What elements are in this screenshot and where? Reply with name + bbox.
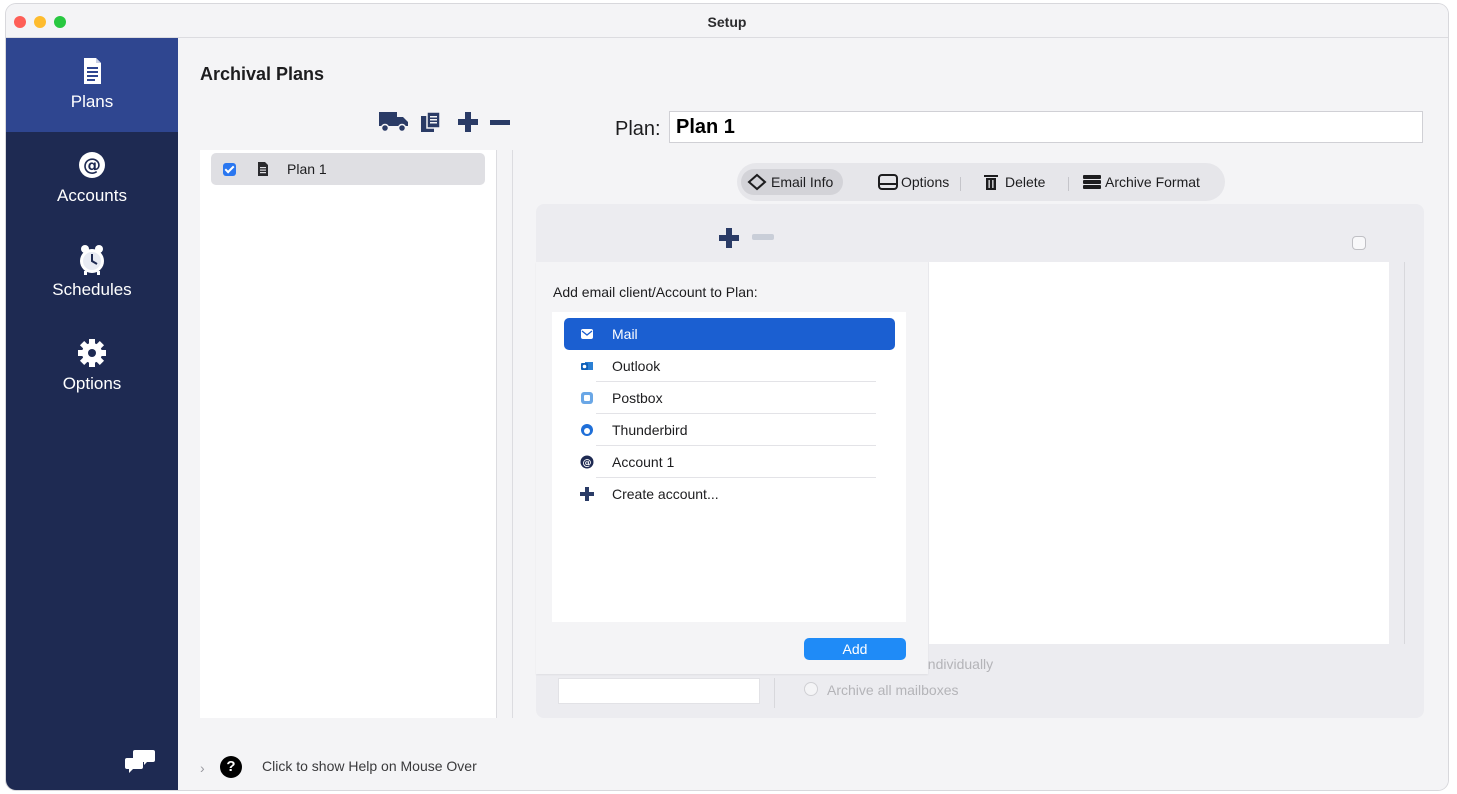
drive-icon bbox=[878, 174, 898, 190]
list-item-label: Mail bbox=[612, 326, 638, 342]
select-all-checkbox[interactable] bbox=[1352, 236, 1366, 250]
list-item-label: Outlook bbox=[612, 358, 661, 374]
plan-row[interactable]: Plan 1 bbox=[211, 153, 485, 185]
plus-icon bbox=[580, 487, 594, 501]
list-item-thunderbird[interactable]: Thunderbird bbox=[564, 414, 895, 446]
plan-name: Plan 1 bbox=[287, 161, 327, 177]
sidebar-item-label: Plans bbox=[70, 92, 114, 111]
sidebar-item-label: Accounts bbox=[57, 186, 127, 205]
account-filter-field[interactable] bbox=[558, 678, 760, 704]
divider bbox=[1404, 262, 1405, 644]
at-sign-icon: @ bbox=[79, 152, 105, 178]
remove-plan-button[interactable] bbox=[488, 110, 512, 137]
list-item-account-1[interactable]: @ Account 1 bbox=[564, 446, 895, 478]
sidebar-item-accounts[interactable]: @ Accounts bbox=[6, 132, 178, 226]
alarm-clock-icon bbox=[80, 245, 104, 275]
svg-text:@: @ bbox=[583, 459, 592, 469]
title-bar: Setup bbox=[6, 4, 1448, 38]
chevron-right-icon[interactable]: › bbox=[200, 760, 205, 776]
list-item-label: Thunderbird bbox=[612, 422, 688, 438]
sidebar-item-options[interactable]: Options bbox=[6, 320, 178, 414]
divider bbox=[774, 678, 775, 708]
gear-icon bbox=[78, 339, 106, 367]
document-icon bbox=[258, 162, 268, 176]
plan-list: Plan 1 bbox=[200, 150, 497, 718]
page-title: Archival Plans bbox=[200, 64, 325, 84]
archive-all-radio[interactable] bbox=[804, 682, 818, 696]
outlook-icon bbox=[581, 362, 593, 370]
main-area: Archival Plans Plan 1 Plan: Plan 1 Email… bbox=[178, 38, 1448, 790]
help-toggle-label[interactable]: Click to show Help on Mouse Over bbox=[262, 758, 477, 774]
archive-all-label: Archive all mailboxes bbox=[827, 682, 959, 698]
client-list: Mail Outlook Postbox Thunderbird @ Accou… bbox=[552, 312, 906, 622]
plan-toolbar bbox=[378, 110, 518, 138]
trash-icon bbox=[984, 175, 998, 190]
at-sign-icon: @ bbox=[580, 455, 594, 469]
setup-window: Setup Plans @ Accounts Schedules Options… bbox=[6, 4, 1448, 790]
tab-delete[interactable]: Delete bbox=[975, 169, 1045, 195]
add-account-popover: Add email client/Account to Plan: Mail O… bbox=[536, 262, 928, 674]
popover-title: Add email client/Account to Plan: bbox=[553, 284, 758, 300]
stack-icon bbox=[1083, 175, 1101, 189]
truck-icon[interactable] bbox=[378, 110, 410, 137]
svg-text:@: @ bbox=[83, 155, 101, 176]
chat-bubbles-icon[interactable] bbox=[123, 746, 157, 774]
window-title: Setup bbox=[707, 14, 747, 30]
mail-icon bbox=[581, 329, 593, 339]
sidebar-item-label: Options bbox=[62, 374, 122, 393]
sidebar-item-plans[interactable]: Plans bbox=[6, 38, 178, 132]
thunderbird-icon bbox=[581, 424, 593, 436]
tab-separator bbox=[960, 177, 961, 191]
plan-enabled-checkbox[interactable] bbox=[223, 163, 236, 176]
tab-label: Email Info bbox=[771, 174, 834, 190]
document-icon bbox=[84, 58, 101, 84]
sidebar-item-schedules[interactable]: Schedules bbox=[6, 226, 178, 320]
postbox-icon bbox=[581, 392, 593, 404]
tab-bar: Email Info Options Delete Archive Format bbox=[737, 163, 1225, 201]
remove-account-button[interactable] bbox=[752, 234, 774, 240]
sidebar: Plans @ Accounts Schedules Options bbox=[6, 38, 178, 790]
sidebar-item-label: Schedules bbox=[52, 280, 132, 299]
tab-options[interactable]: Options bbox=[871, 169, 949, 195]
minus-icon bbox=[490, 120, 510, 125]
tab-email-info[interactable]: Email Info bbox=[741, 169, 844, 195]
list-item-label: Account 1 bbox=[612, 454, 675, 470]
add-plan-button[interactable] bbox=[456, 110, 480, 137]
tab-label: Options bbox=[901, 174, 950, 190]
add-button[interactable]: Add bbox=[804, 638, 906, 660]
list-item-create-account[interactable]: Create account... bbox=[564, 478, 895, 510]
add-account-button[interactable] bbox=[716, 226, 742, 250]
list-item-label: Postbox bbox=[612, 390, 663, 406]
question-icon[interactable]: ? bbox=[220, 756, 242, 778]
plan-name-field[interactable]: Plan 1 bbox=[669, 111, 1423, 143]
plus-icon bbox=[458, 112, 478, 132]
mailbox-list bbox=[929, 262, 1389, 644]
plan-name-label: Plan: bbox=[615, 118, 661, 140]
diamond-icon bbox=[747, 173, 767, 191]
tab-label: Delete bbox=[1005, 174, 1046, 190]
list-item-label: Create account... bbox=[612, 486, 719, 502]
list-item-mail[interactable]: Mail bbox=[564, 318, 895, 350]
list-item-outlook[interactable]: Outlook bbox=[564, 350, 895, 382]
copy-icon[interactable] bbox=[420, 110, 442, 137]
tab-label: Archive Format bbox=[1105, 174, 1200, 190]
list-item-postbox[interactable]: Postbox bbox=[564, 382, 895, 414]
divider bbox=[512, 150, 513, 718]
tab-archive-format[interactable]: Archive Format bbox=[1075, 169, 1200, 195]
tab-separator bbox=[1068, 177, 1069, 191]
